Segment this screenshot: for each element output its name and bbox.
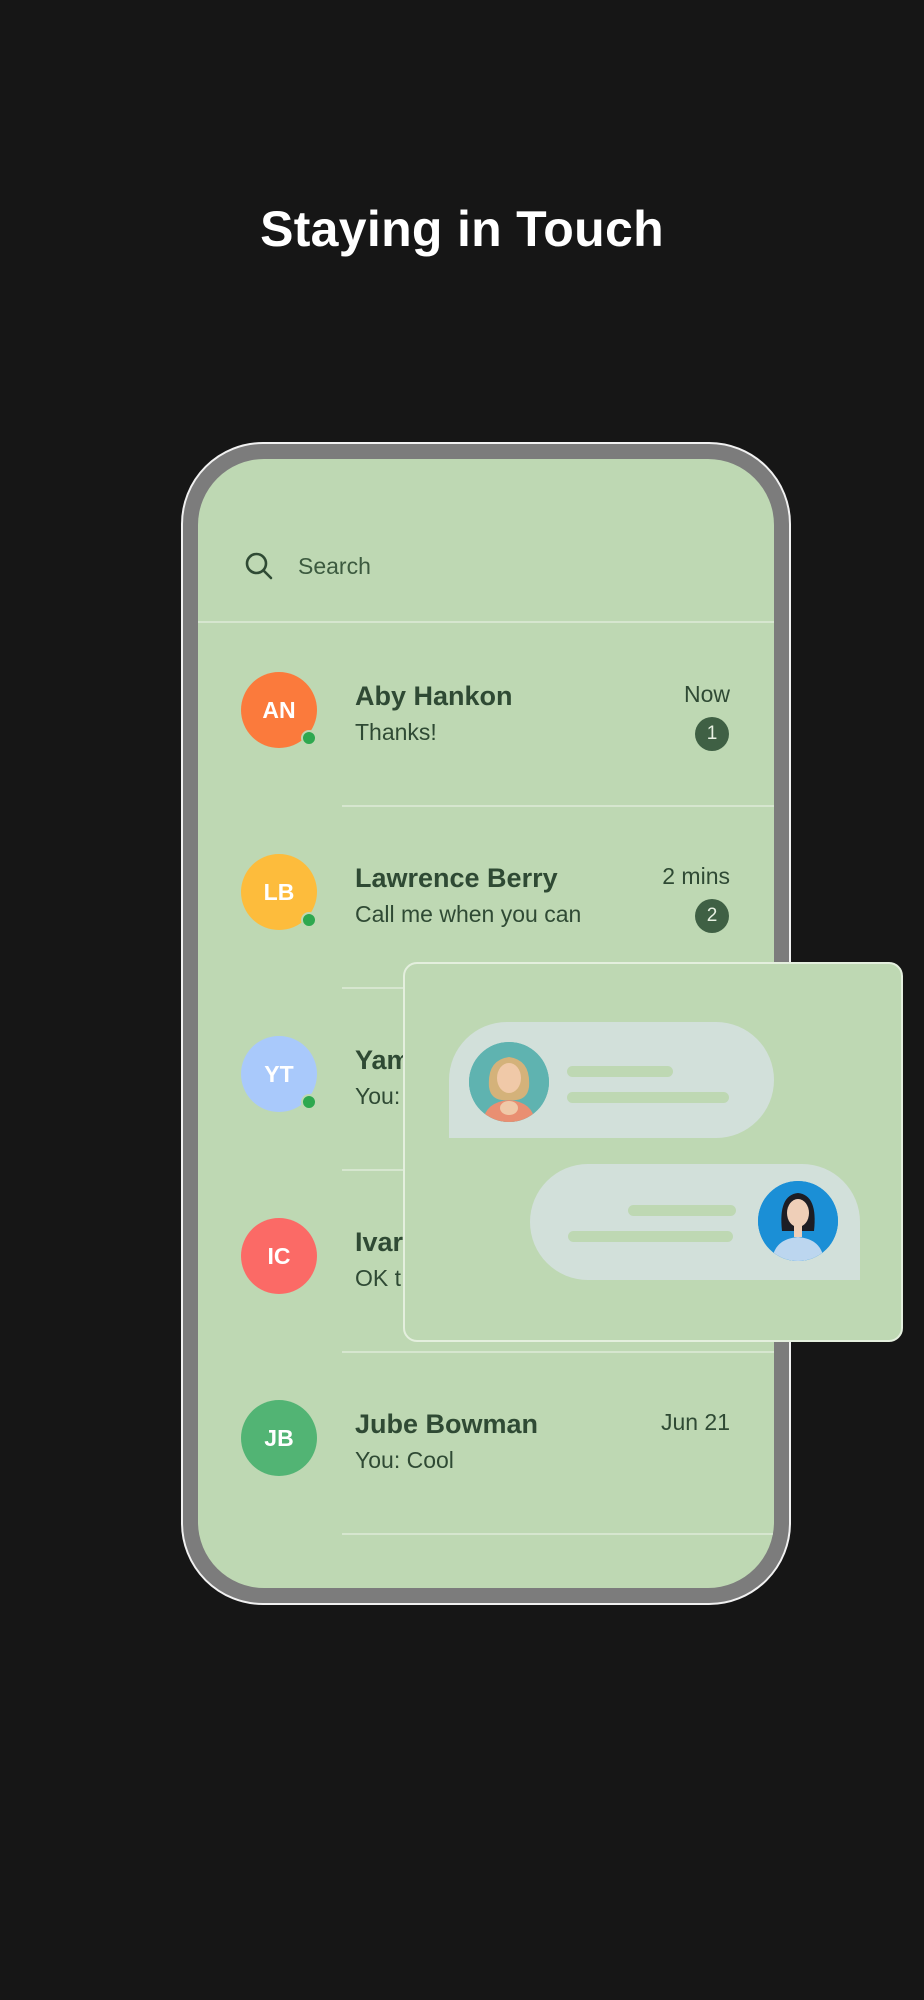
online-indicator	[301, 1094, 317, 1110]
avatar-initials: YT	[264, 1060, 294, 1087]
contact-name: Ivar	[355, 1227, 404, 1257]
woman-photo-icon	[469, 1042, 549, 1122]
contact-name: Jube Bowman	[355, 1409, 539, 1439]
search-icon	[245, 552, 273, 580]
search-input[interactable]: Search	[298, 551, 371, 581]
message-placeholder-line	[567, 1092, 729, 1103]
avatar-initials: AN	[262, 696, 296, 723]
contact-name: Lawrence Berry	[355, 863, 558, 893]
unread-badge: 1	[695, 717, 729, 751]
message-placeholder-line	[568, 1231, 733, 1242]
avatar: LB	[241, 854, 317, 930]
avatar-initials: LB	[263, 878, 295, 905]
contact-name: Aby Hankon	[355, 681, 513, 711]
divider	[342, 1533, 774, 1535]
app-screen: Staying in Touch Search AN Aby Hankon Th…	[0, 0, 924, 2000]
avatar-initials: JB	[264, 1424, 294, 1451]
timestamp: Jun 21	[660, 1409, 730, 1435]
chat-row[interactable]: AN Aby Hankon Thanks! Now 1	[198, 625, 774, 807]
chat-row[interactable]: JB Jube Bowman You: Cool Jun 21	[198, 1353, 774, 1535]
avatar-initials: IC	[267, 1242, 291, 1269]
outgoing-message-bubble	[530, 1164, 860, 1280]
last-message: Call me when you can	[355, 901, 582, 927]
last-message: You: Cool	[355, 1447, 454, 1473]
conversation-preview-card	[403, 962, 903, 1342]
user-photo	[758, 1181, 838, 1261]
timestamp: 2 mins	[662, 863, 730, 889]
last-message: OK t	[355, 1265, 402, 1291]
online-indicator	[301, 730, 317, 746]
avatar: YT	[241, 1036, 317, 1112]
woman-photo-icon	[758, 1181, 838, 1261]
timestamp: Now	[683, 681, 730, 707]
search-bar[interactable]: Search	[198, 459, 774, 623]
avatar: IC	[241, 1218, 317, 1294]
headline: Staying in Touch	[260, 201, 664, 257]
last-message: Thanks!	[355, 719, 437, 745]
last-message: You:	[355, 1083, 401, 1109]
contact-photo	[469, 1042, 549, 1122]
avatar: AN	[241, 672, 317, 748]
incoming-message-bubble	[449, 1022, 774, 1138]
avatar: JB	[241, 1400, 317, 1476]
unread-badge: 2	[695, 899, 729, 933]
online-indicator	[301, 912, 317, 928]
message-placeholder-line	[567, 1066, 673, 1077]
message-placeholder-line	[628, 1205, 736, 1216]
